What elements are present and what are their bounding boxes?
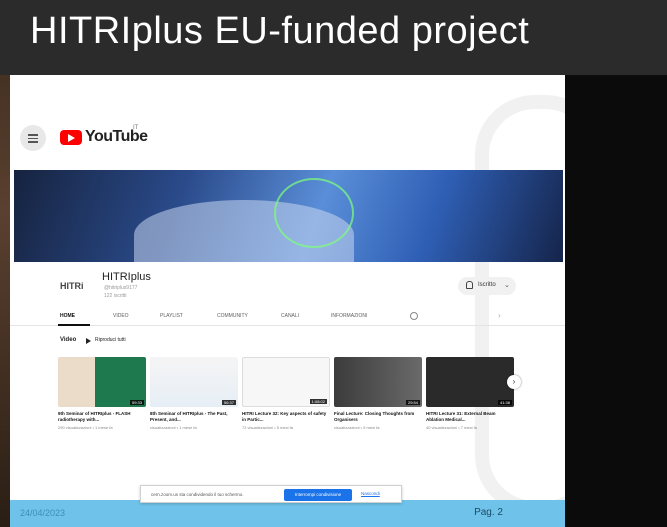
video-duration: 56:37 bbox=[221, 400, 236, 405]
tab-info[interactable]: INFORMAZIONI bbox=[331, 313, 367, 319]
video-title[interactable]: HITRI Lecture 31: External Beam Ablation… bbox=[426, 411, 514, 424]
youtube-header: YouTube IT bbox=[10, 120, 565, 158]
bell-icon bbox=[466, 281, 473, 289]
stop-sharing-button[interactable]: Interrompi condivisione bbox=[284, 489, 352, 501]
video-thumbnail[interactable]: 1:08:02 bbox=[242, 357, 330, 407]
video-title[interactable]: 8th Seminar of HITRIplus - The Past, Pre… bbox=[150, 411, 238, 424]
footer-date: 24/04/2023 bbox=[20, 508, 66, 518]
video-title[interactable]: Final Lecture: Closing Thoughts from Org… bbox=[334, 411, 422, 424]
video-duration: 59:33 bbox=[129, 400, 144, 405]
section-title: Video bbox=[60, 337, 77, 343]
channel-avatar[interactable]: HITRi bbox=[60, 281, 84, 291]
channel-tabs: HOME VIDEO PLAYLIST COMMUNITY CANALI INF… bbox=[10, 310, 565, 326]
subscribed-button[interactable]: Iscritto ⌄ bbox=[458, 277, 516, 295]
screen-frame: HITRIplus EU-funded project YouTube IT H… bbox=[0, 0, 667, 527]
video-card[interactable]: 59:33 9th Seminar of HITRIplus - FLASH r… bbox=[58, 357, 146, 430]
play-all-link[interactable]: Riproduci tutti bbox=[95, 337, 126, 343]
dark-side-panel bbox=[565, 75, 667, 527]
chevron-right-icon[interactable]: › bbox=[498, 311, 501, 320]
screen-share-bar: cern.zoom.us sta condividendo il tuo sch… bbox=[140, 485, 402, 503]
title-bar: HITRIplus EU-funded project bbox=[0, 0, 667, 75]
subscriber-count: 122 iscritti bbox=[104, 293, 127, 299]
tab-home[interactable]: HOME bbox=[60, 313, 75, 319]
channel-banner bbox=[14, 170, 563, 262]
video-meta: 40 visualizzazioni • 7 mesi fa bbox=[426, 425, 477, 430]
share-notice: cern.zoom.us sta condividendo il tuo sch… bbox=[151, 492, 244, 497]
video-thumbnail[interactable]: 29:54 bbox=[334, 357, 422, 407]
channel-handle: @hitriplus9177 bbox=[104, 285, 138, 291]
video-card[interactable]: 56:37 8th Seminar of HITRIplus - The Pas… bbox=[150, 357, 238, 430]
carousel-next-icon[interactable]: › bbox=[507, 375, 521, 389]
video-card[interactable]: 1:08:02 HITRI Lecture 32: Key aspects of… bbox=[242, 357, 330, 430]
video-card[interactable]: 29:54 Final Lecture: Closing Thoughts fr… bbox=[334, 357, 422, 430]
video-meta: 290 visualizzazioni • 1 mese fa bbox=[58, 425, 113, 430]
video-thumbnail[interactable]: 56:37 bbox=[150, 357, 238, 407]
search-icon[interactable] bbox=[410, 312, 418, 320]
play-icon[interactable] bbox=[86, 338, 91, 344]
tab-playlist[interactable]: PLAYLIST bbox=[160, 313, 183, 319]
slide-title: HITRIplus EU-funded project bbox=[30, 10, 530, 52]
background-edge bbox=[0, 0, 10, 527]
channel-name: HITRIplus bbox=[102, 271, 151, 283]
menu-icon[interactable] bbox=[20, 125, 46, 151]
video-card[interactable]: 41:38 HITRI Lecture 31: External Beam Ab… bbox=[426, 357, 514, 430]
slide-footer: 24/04/2023 Pag. 2 bbox=[10, 500, 565, 527]
video-meta: visualizzazioni • 1 mese fa bbox=[150, 425, 197, 430]
video-thumbnail[interactable]: 59:33 bbox=[58, 357, 146, 407]
video-title[interactable]: 9th Seminar of HITRIplus - FLASH radioth… bbox=[58, 411, 146, 424]
country-code: IT bbox=[133, 125, 139, 131]
video-meta: 72 visualizzazioni • 5 mesi fa bbox=[242, 425, 293, 430]
slide: YouTube IT HITRi HITRIplus @hitriplus917… bbox=[10, 75, 565, 527]
video-meta: visualizzazioni • 5 mesi fa bbox=[334, 425, 380, 430]
hide-link[interactable]: Nascondi bbox=[361, 491, 380, 496]
youtube-logo-icon[interactable] bbox=[60, 130, 82, 145]
tab-channels[interactable]: CANALI bbox=[281, 313, 299, 319]
chevron-down-icon: ⌄ bbox=[504, 282, 510, 289]
tab-video[interactable]: VIDEO bbox=[113, 313, 129, 319]
subscribed-label: Iscritto bbox=[478, 282, 496, 288]
decorative-arc bbox=[475, 95, 565, 515]
video-duration: 1:08:02 bbox=[309, 399, 327, 404]
tab-community[interactable]: COMMUNITY bbox=[217, 313, 248, 319]
video-title[interactable]: HITRI Lecture 32: Key aspects of safety … bbox=[242, 411, 330, 424]
video-thumbnail[interactable]: 41:38 bbox=[426, 357, 514, 407]
banner-beam-glow bbox=[274, 178, 354, 248]
active-tab-indicator bbox=[58, 324, 90, 326]
page-number: Pag. 2 bbox=[474, 507, 503, 518]
video-duration: 41:38 bbox=[497, 400, 512, 405]
video-duration: 29:54 bbox=[405, 400, 420, 405]
